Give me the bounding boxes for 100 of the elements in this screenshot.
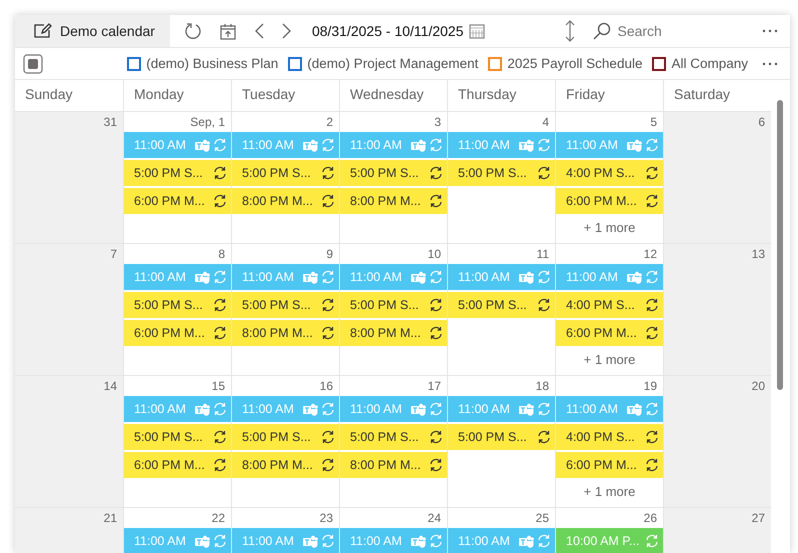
event-block[interactable]: 6:00 PM M... — [124, 320, 231, 346]
day-number: 24 — [428, 511, 441, 525]
refresh-icon[interactable] — [184, 22, 202, 40]
recurring-icon — [429, 458, 443, 472]
toggle-all-button[interactable] — [23, 54, 43, 74]
event-block[interactable]: 6:00 PM M... — [124, 452, 231, 478]
event-block[interactable]: 6:00 PM M... — [556, 452, 663, 478]
event-title: 6:00 PM M... — [566, 194, 638, 208]
event-block[interactable]: 8:00 PM M... — [340, 320, 447, 346]
recurring-icon — [321, 138, 335, 152]
more-events-link[interactable]: + 1 more — [584, 484, 636, 499]
day-number: 11 — [536, 247, 549, 261]
recurring-icon — [645, 458, 659, 472]
day-number: 15 — [212, 379, 225, 393]
calendar-name[interactable]: (demo) Project Management — [307, 56, 478, 71]
event-title: 8:00 PM M... — [350, 326, 422, 340]
event-title: 5:00 PM S... — [134, 166, 204, 180]
event-block[interactable]: 8:00 PM M... — [232, 188, 339, 214]
calendar-checkbox[interactable] — [127, 56, 142, 70]
event-block[interactable]: 8:00 PM M... — [232, 452, 339, 478]
recurring-icon — [537, 138, 551, 152]
more-events-link[interactable]: + 1 more — [584, 352, 636, 367]
calendar-checkbox[interactable] — [488, 56, 502, 70]
event-block[interactable]: 5:00 PM S... — [448, 160, 555, 186]
chevron-right-icon[interactable] — [282, 23, 292, 39]
day-number: 23 — [320, 511, 333, 525]
event-title: 11:00 AM — [350, 270, 403, 284]
teams-icon — [627, 402, 642, 416]
recurring-icon — [537, 534, 551, 548]
recurring-icon — [213, 138, 227, 152]
scrollbar-thumb[interactable] — [777, 100, 783, 390]
recurring-icon — [213, 430, 227, 444]
recurring-icon — [321, 166, 335, 180]
recurring-icon — [429, 166, 443, 180]
recurring-icon — [321, 270, 335, 284]
event-block[interactable]: 5:00 PM S... — [124, 424, 231, 450]
recurring-icon — [213, 534, 227, 548]
event-block[interactable]: 6:00 PM M... — [124, 188, 231, 214]
event-title: 5:00 PM S... — [242, 298, 312, 312]
calendar-checkbox[interactable] — [652, 56, 666, 70]
day-number: 26 — [644, 511, 657, 525]
search-field[interactable]: Search — [615, 22, 730, 40]
calendar-today-icon[interactable] — [220, 22, 236, 40]
event-title: 11:00 AM — [566, 402, 619, 416]
event-title: 8:00 PM M... — [350, 458, 422, 472]
day-number: 5 — [650, 115, 657, 129]
calendar-name[interactable]: 2025 Payroll Schedule — [507, 56, 642, 71]
event-block[interactable]: 5:00 PM S... — [232, 424, 339, 450]
event-title: 11:00 AM — [350, 534, 403, 548]
event-block[interactable]: 5:00 PM S... — [448, 292, 555, 318]
event-title: 8:00 PM M... — [242, 458, 314, 472]
teams-icon — [411, 270, 426, 284]
event-title: 5:00 PM S... — [134, 430, 204, 444]
teams-icon — [519, 270, 534, 284]
weekday-header: Wednesday — [350, 86, 424, 102]
event-title: 5:00 PM S... — [458, 430, 528, 444]
event-title: 11:00 AM — [566, 138, 619, 152]
event-title: 8:00 PM M... — [350, 194, 422, 208]
event-block[interactable]: 5:00 PM S... — [340, 424, 447, 450]
calendar-name[interactable]: All Company — [671, 56, 748, 71]
recurring-icon — [213, 194, 227, 208]
day-number: 9 — [326, 247, 333, 261]
recurring-icon — [429, 534, 443, 548]
event-title: 6:00 PM M... — [566, 326, 638, 340]
event-block[interactable]: 5:00 PM S... — [340, 160, 447, 186]
event-block[interactable]: 4:00 PM S... — [556, 160, 663, 186]
calendar-icon[interactable] — [469, 23, 486, 39]
event-block[interactable]: 4:00 PM S... — [556, 292, 663, 318]
calendar-name[interactable]: (demo) Business Plan — [146, 56, 278, 71]
recurring-icon — [321, 298, 335, 312]
calendar-checkbox[interactable] — [288, 56, 302, 70]
day-number: 16 — [320, 379, 333, 393]
event-title: 11:00 AM — [134, 534, 187, 548]
day-number: 31 — [104, 115, 117, 129]
teams-icon — [303, 534, 318, 548]
calendar-tab[interactable]: Demo calendar — [15, 15, 170, 47]
event-block[interactable]: 5:00 PM S... — [124, 292, 231, 318]
more-icon[interactable] — [762, 62, 778, 66]
event-block[interactable]: 5:00 PM S... — [340, 292, 447, 318]
chevron-left-icon[interactable] — [254, 23, 264, 39]
recurring-icon — [429, 430, 443, 444]
event-block[interactable]: 5:00 PM S... — [232, 160, 339, 186]
event-block[interactable]: 5:00 PM S... — [124, 160, 231, 186]
event-block[interactable]: 8:00 PM M... — [340, 188, 447, 214]
event-block[interactable]: 5:00 PM S... — [448, 424, 555, 450]
vertical-resize-icon[interactable] — [565, 20, 576, 42]
event-block[interactable]: 8:00 PM M... — [232, 320, 339, 346]
event-block[interactable]: 5:00 PM S... — [232, 292, 339, 318]
event-block[interactable]: 6:00 PM M... — [556, 188, 663, 214]
event-title: 5:00 PM S... — [242, 166, 312, 180]
event-block[interactable]: 8:00 PM M... — [340, 452, 447, 478]
day-number: 21 — [104, 511, 117, 525]
more-icon[interactable] — [762, 29, 778, 33]
event-block[interactable]: 6:00 PM M... — [556, 320, 663, 346]
edit-icon — [34, 23, 52, 39]
recurring-icon — [645, 270, 659, 284]
more-events-link[interactable]: + 1 more — [584, 220, 636, 235]
recurring-icon — [429, 194, 443, 208]
event-block[interactable]: 4:00 PM S... — [556, 424, 663, 450]
date-range: 08/31/2025 - 10/11/2025 — [312, 23, 464, 39]
